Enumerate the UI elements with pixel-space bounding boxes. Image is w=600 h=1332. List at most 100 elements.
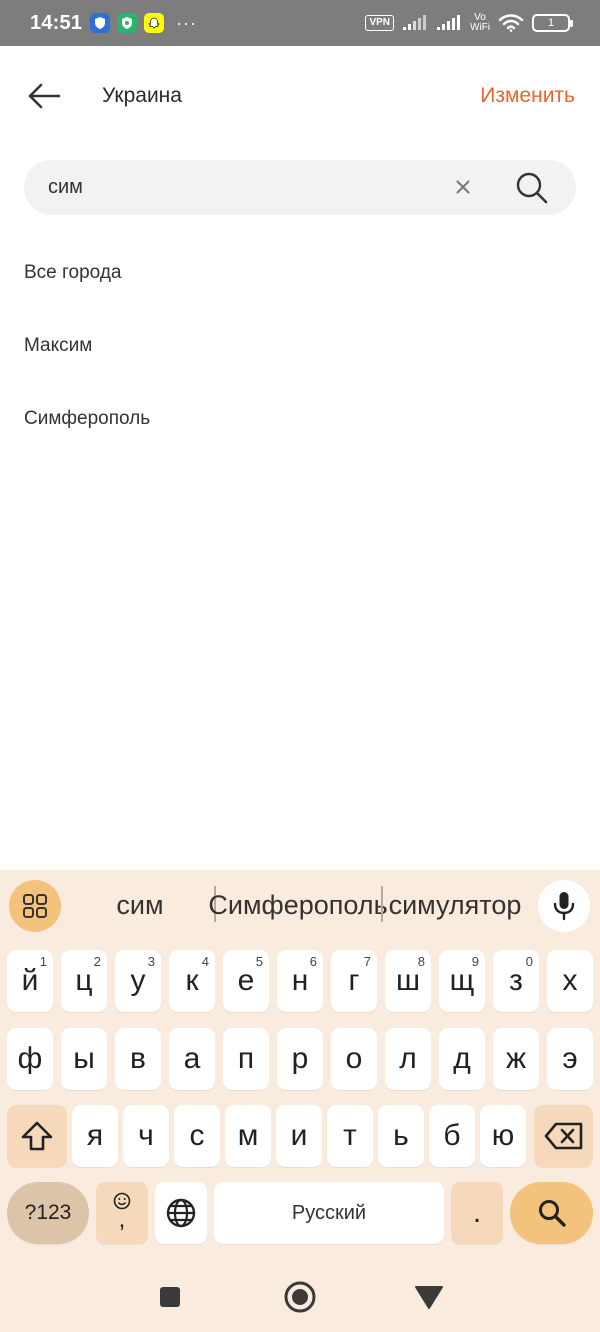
- key-и[interactable]: и: [276, 1105, 322, 1167]
- key-char: н: [291, 964, 309, 997]
- key-д[interactable]: д: [439, 1028, 485, 1090]
- triangle-icon: [415, 1286, 443, 1309]
- clear-search-button[interactable]: [452, 176, 474, 198]
- circle-icon: [284, 1281, 316, 1313]
- key-м[interactable]: м: [225, 1105, 271, 1167]
- wifi-icon: [498, 14, 524, 32]
- key-char: о: [345, 1042, 363, 1075]
- key-char: ю: [491, 1119, 515, 1152]
- key-у[interactable]: у3: [115, 950, 161, 1012]
- symbols-key[interactable]: ?123: [7, 1182, 89, 1244]
- key-char: л: [399, 1042, 417, 1075]
- search-input[interactable]: [48, 160, 428, 215]
- emoji-comma-key[interactable]: ,: [96, 1182, 148, 1244]
- key-hint: 1: [39, 954, 47, 969]
- backspace-icon: [544, 1122, 582, 1150]
- key-char: ?123: [24, 1201, 72, 1224]
- result-simferopol[interactable]: Симферополь: [24, 396, 576, 469]
- space-label: Русский: [291, 1201, 367, 1224]
- back-nav-button[interactable]: [411, 1279, 447, 1315]
- key-hint: 4: [201, 954, 209, 969]
- key-р[interactable]: р: [277, 1028, 323, 1090]
- home-button[interactable]: [282, 1279, 318, 1315]
- key-char: ж: [505, 1042, 527, 1075]
- keyboard-menu-button[interactable]: [9, 880, 61, 932]
- globe-icon: [166, 1198, 196, 1228]
- key-б[interactable]: б: [429, 1105, 475, 1167]
- key-char: д: [453, 1042, 471, 1075]
- search-icon: [538, 1200, 566, 1227]
- key-п[interactable]: п: [223, 1028, 269, 1090]
- key-ж[interactable]: ж: [493, 1028, 539, 1090]
- suggestion-bar: сим Симферополь симулятор: [0, 870, 600, 940]
- key-я[interactable]: я: [72, 1105, 118, 1167]
- key-ы[interactable]: ы: [61, 1028, 107, 1090]
- key-char: х: [562, 964, 578, 997]
- key-э[interactable]: э: [547, 1028, 593, 1090]
- shift-key[interactable]: [7, 1105, 67, 1167]
- suggestion-3[interactable]: симулятор: [384, 886, 526, 924]
- key-ц[interactable]: ц2: [61, 950, 107, 1012]
- key-й[interactable]: й1: [7, 950, 53, 1012]
- key-о[interactable]: о: [331, 1028, 377, 1090]
- key-н[interactable]: н6: [277, 950, 323, 1012]
- suggestion-1[interactable]: сим: [80, 886, 200, 924]
- key-char: п: [237, 1042, 255, 1075]
- search-button[interactable]: [514, 170, 550, 206]
- key-char: з: [509, 964, 523, 997]
- key-char: ы: [73, 1042, 95, 1075]
- shield-app-icon: [117, 13, 138, 33]
- key-char: ,: [118, 1206, 126, 1233]
- key-ч[interactable]: ч: [123, 1105, 169, 1167]
- change-button[interactable]: Изменить: [480, 84, 575, 108]
- backspace-key[interactable]: [534, 1105, 593, 1167]
- microphone-icon: [553, 892, 575, 921]
- key-ю[interactable]: ю: [480, 1105, 526, 1167]
- key-char: р: [291, 1042, 309, 1075]
- key-hint: 3: [147, 954, 155, 969]
- key-л[interactable]: л: [385, 1028, 431, 1090]
- key-с[interactable]: с: [174, 1105, 220, 1167]
- key-ь[interactable]: ь: [378, 1105, 424, 1167]
- key-к[interactable]: к4: [169, 950, 215, 1012]
- key-char: ш: [395, 964, 421, 997]
- key-щ[interactable]: щ9: [439, 950, 485, 1012]
- key-в[interactable]: в: [115, 1028, 161, 1090]
- key-е[interactable]: е5: [223, 950, 269, 1012]
- key-char: б: [443, 1119, 461, 1152]
- space-key[interactable]: Русский: [214, 1182, 444, 1244]
- key-г[interactable]: г7: [331, 950, 377, 1012]
- result-maksim[interactable]: Максим: [24, 323, 576, 396]
- key-а[interactable]: а: [169, 1028, 215, 1090]
- notification-icons: [90, 13, 165, 33]
- key-hint: 8: [417, 954, 425, 969]
- key-char: у: [130, 964, 146, 997]
- voice-input-button[interactable]: [538, 880, 590, 932]
- shift-icon: [21, 1121, 53, 1151]
- key-х[interactable]: х: [547, 950, 593, 1012]
- app-header: Украина Изменить: [0, 46, 600, 146]
- system-icons: VPN Vo WiFi 1: [365, 13, 573, 33]
- suggestion-2[interactable]: Симферополь: [208, 886, 387, 924]
- recents-button[interactable]: [152, 1279, 188, 1315]
- key-char: е: [237, 964, 255, 997]
- back-button[interactable]: [24, 78, 64, 114]
- key-ш[interactable]: ш8: [385, 950, 431, 1012]
- vowifi-indicator: Vo WiFi: [470, 13, 490, 33]
- result-all-cities[interactable]: Все города: [24, 250, 576, 323]
- signal-icon: [403, 15, 426, 30]
- search-enter-key[interactable]: [510, 1182, 593, 1244]
- key-char: а: [183, 1042, 201, 1075]
- language-key[interactable]: [155, 1182, 207, 1244]
- arrow-left-icon: [28, 83, 61, 109]
- key-т[interactable]: т: [327, 1105, 373, 1167]
- key-char: с: [189, 1119, 205, 1152]
- vowifi-wifi-label: WiFi: [470, 22, 490, 33]
- result-label: Все города: [24, 262, 122, 283]
- key-hint: 2: [93, 954, 101, 969]
- key-ф[interactable]: ф: [7, 1028, 53, 1090]
- key-з[interactable]: з0: [493, 950, 539, 1012]
- battery-icon: 1: [532, 14, 573, 32]
- period-key[interactable]: .: [451, 1182, 503, 1244]
- status-bar: 14:51 ··· VPN Vo WiFi 1: [0, 0, 600, 46]
